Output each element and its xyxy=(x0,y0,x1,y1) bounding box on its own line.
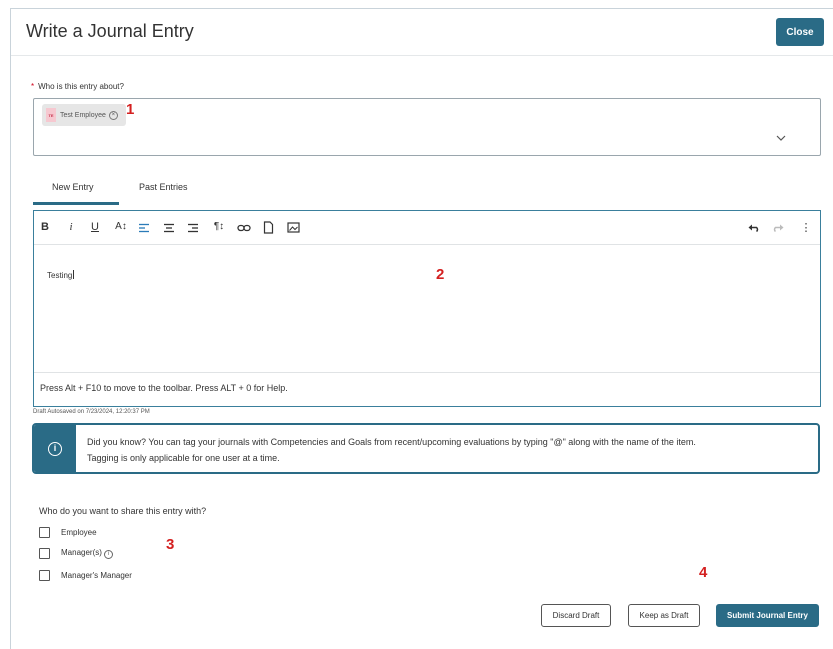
avatar: TE xyxy=(46,108,56,122)
paragraph-icon[interactable]: ¶↕ xyxy=(212,221,226,232)
info-text: Did you know? You can tag your journals … xyxy=(87,434,807,466)
tab-new-entry[interactable]: New Entry xyxy=(52,182,94,192)
underline-icon[interactable]: U xyxy=(88,221,102,233)
share-option-managers: Manager(s) i xyxy=(39,548,113,559)
journal-dialog: Write a Journal Entry Close * Who is this… xyxy=(10,8,833,649)
link-icon[interactable] xyxy=(237,223,251,233)
rich-text-editor: B i U A↕ ¶↕ ⋮ Testing Press Alt + F10 to… xyxy=(33,210,821,407)
employee-chip: TE Test Employee × xyxy=(42,104,126,126)
image-icon[interactable] xyxy=(287,222,301,233)
align-center-icon[interactable] xyxy=(163,223,177,233)
discard-draft-button[interactable]: Discard Draft xyxy=(541,604,611,627)
who-select[interactable]: TE Test Employee × xyxy=(33,98,821,156)
bold-icon[interactable]: B xyxy=(38,221,52,233)
info-line-1: Did you know? You can tag your journals … xyxy=(87,437,696,447)
dialog-title: Write a Journal Entry xyxy=(26,21,194,41)
managers-manager-checkbox[interactable] xyxy=(39,570,50,581)
active-tab-indicator xyxy=(33,202,119,205)
align-left-icon[interactable] xyxy=(138,223,152,233)
annotation-2: 2 xyxy=(436,266,445,283)
more-icon[interactable]: ⋮ xyxy=(799,221,813,234)
info-banner-side: i xyxy=(34,425,76,472)
tab-past-entries[interactable]: Past Entries xyxy=(139,182,188,192)
keep-draft-button[interactable]: Keep as Draft xyxy=(628,604,700,627)
info-banner: i Did you know? You can tag your journal… xyxy=(32,423,820,474)
text-caret xyxy=(73,270,75,279)
italic-icon[interactable]: i xyxy=(64,221,78,233)
chevron-down-icon[interactable] xyxy=(775,132,787,144)
info-icon: i xyxy=(48,441,62,456)
share-option-managers-manager: Manager's Manager xyxy=(39,570,132,581)
font-size-icon[interactable]: A↕ xyxy=(114,221,128,232)
employee-checkbox[interactable] xyxy=(39,527,50,538)
employee-label: Employee xyxy=(61,528,97,537)
header-divider xyxy=(11,55,833,56)
editor-content[interactable]: Testing xyxy=(34,246,820,373)
editor-toolbar: B i U A↕ ¶↕ ⋮ xyxy=(34,211,820,245)
managers-label: Manager(s) i xyxy=(61,548,113,559)
align-right-icon[interactable] xyxy=(187,223,201,233)
editor-help-text: Press Alt + F10 to move to the toolbar. … xyxy=(40,383,288,393)
managers-checkbox[interactable] xyxy=(39,548,50,559)
who-label: * Who is this entry about? xyxy=(31,82,124,91)
info-line-2: Tagging is only applicable for one user … xyxy=(87,453,280,463)
chip-name: Test Employee xyxy=(60,111,106,119)
annotation-4: 4 xyxy=(699,564,708,581)
annotation-1: 1 xyxy=(126,101,135,118)
redo-icon[interactable] xyxy=(772,223,786,232)
required-marker: * xyxy=(31,82,35,91)
document-icon[interactable] xyxy=(263,221,277,234)
chip-remove-icon[interactable]: × xyxy=(108,110,118,120)
share-question: Who do you want to share this entry with… xyxy=(39,506,207,516)
share-option-employee: Employee xyxy=(39,527,97,538)
info-icon[interactable]: i xyxy=(103,550,113,559)
managers-manager-label: Manager's Manager xyxy=(61,571,132,580)
submit-entry-button[interactable]: Submit Journal Entry xyxy=(716,604,819,627)
undo-icon[interactable] xyxy=(748,223,762,232)
close-button[interactable]: Close xyxy=(776,18,824,46)
autosave-status: Draft Autosaved on 7/23/2024, 12:20:37 P… xyxy=(33,409,150,415)
editor-text: Testing xyxy=(47,270,75,280)
annotation-3: 3 xyxy=(166,536,175,553)
who-label-text: Who is this entry about? xyxy=(38,82,124,91)
